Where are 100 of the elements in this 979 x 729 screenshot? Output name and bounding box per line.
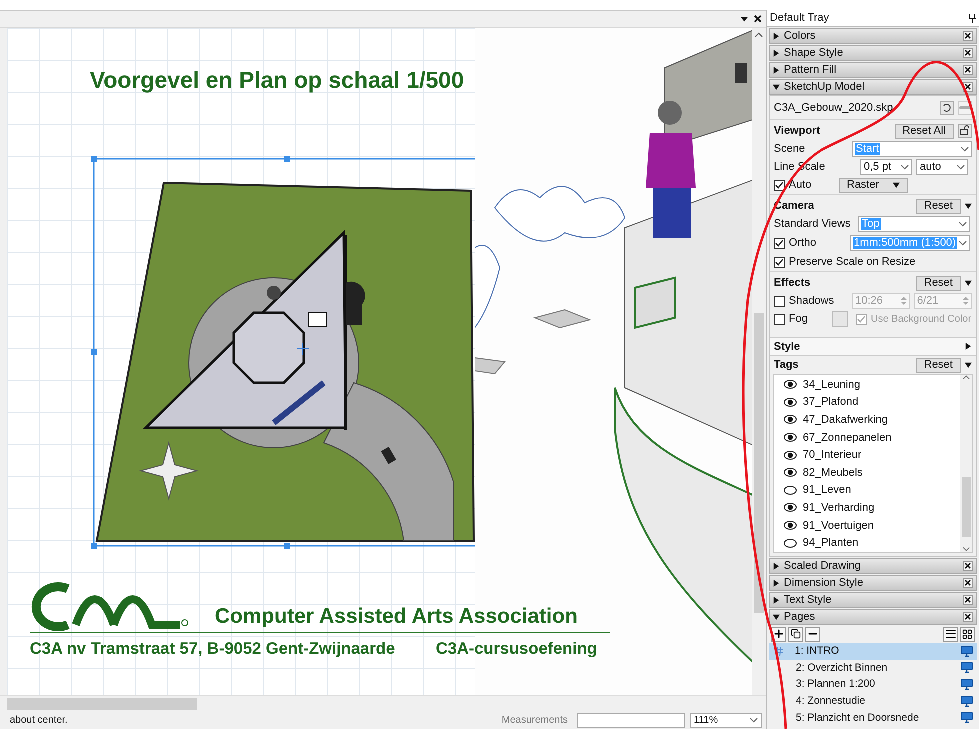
ortho-checkbox[interactable] — [774, 238, 785, 248]
copy-icon — [790, 629, 800, 639]
eye-icon[interactable] — [784, 415, 797, 424]
scroll-up-icon[interactable] — [962, 375, 970, 380]
scroll-up-icon[interactable] — [755, 32, 763, 38]
hash-icon — [775, 646, 783, 656]
page-heading: Voorgevel en Plan op schaal 1/500 — [90, 67, 464, 94]
line-scale-dropdown[interactable]: 0,5 pt — [860, 159, 912, 175]
model-file-name: C3A_Gebouw_2020.skp — [774, 102, 894, 114]
checkbox-label: Auto — [789, 179, 813, 191]
eye-off-icon[interactable] — [784, 486, 797, 495]
fog-checkbox[interactable] — [774, 314, 785, 324]
panel-header[interactable]: Scaled Drawing — [769, 558, 977, 574]
eye-icon[interactable] — [784, 380, 797, 390]
eye-icon[interactable] — [784, 503, 797, 512]
page-item[interactable]: 5: Planzicht en Doorsnede — [769, 709, 977, 726]
close-icon[interactable] — [963, 612, 973, 622]
pin-icon[interactable] — [969, 14, 976, 22]
line-scale-mode-dropdown[interactable]: auto — [916, 159, 968, 175]
close-icon[interactable] — [963, 595, 973, 605]
zoom-dropdown[interactable]: 111% — [690, 713, 762, 728]
dropdown-arrow-icon — [893, 182, 900, 188]
collapse-arrow-icon — [773, 614, 780, 620]
expand-arrow-icon — [773, 32, 780, 40]
dropdown-arrow-icon[interactable] — [741, 16, 748, 22]
chevron-down-icon — [957, 164, 965, 170]
checkbox-label: Shadows — [789, 295, 836, 307]
plus-icon — [772, 628, 784, 640]
refresh-icon[interactable] — [940, 100, 954, 114]
panel-header[interactable]: Colors — [769, 28, 977, 44]
chevron-down-icon — [959, 222, 967, 226]
tag-name[interactable]: 37_Plafond — [803, 396, 859, 408]
eye-icon[interactable] — [784, 398, 797, 407]
reset-all-button[interactable]: Reset All — [894, 124, 954, 138]
unlock-icon[interactable] — [958, 124, 972, 138]
close-icon[interactable] — [963, 561, 973, 571]
checkbox-label: Preserve Scale on Resize — [789, 256, 916, 268]
close-icon[interactable] — [963, 65, 973, 75]
tag-name[interactable]: 91_Leven — [803, 484, 852, 496]
list-icon — [944, 628, 956, 640]
panel-header[interactable]: Pattern Fill — [769, 62, 977, 78]
close-icon[interactable] — [963, 31, 973, 41]
close-icon[interactable] — [963, 48, 973, 58]
status-message: about center. — [10, 715, 69, 726]
eye-icon[interactable] — [784, 521, 797, 530]
grid-icon — [962, 628, 973, 640]
delete-page-button[interactable] — [805, 626, 820, 642]
scroll-down-icon[interactable] — [962, 547, 970, 552]
logo-icon — [30, 581, 190, 631]
measurements-field[interactable] — [577, 713, 685, 728]
scrollbar-thumb[interactable] — [754, 313, 764, 613]
tag-name[interactable]: 94_Planten — [803, 537, 859, 550]
expand-arrow-icon — [773, 596, 780, 604]
tag-name[interactable]: 70_Interieur — [803, 449, 862, 462]
eye-icon[interactable] — [784, 433, 797, 442]
panel-header[interactable]: SketchUp Model — [769, 79, 977, 95]
page-item[interactable]: 4: Zonnestudie — [769, 692, 977, 710]
expand-arrow-icon — [773, 580, 780, 586]
expand-arrow-icon — [773, 50, 780, 56]
monitor-icon — [961, 696, 973, 707]
preserve-scale-checkbox[interactable] — [774, 256, 785, 268]
close-icon[interactable] — [963, 578, 973, 588]
tag-name[interactable]: 91_Verharding — [803, 502, 875, 514]
page-item[interactable]: 3: Plannen 1:200 — [769, 676, 977, 693]
spinner-arrows-icon — [963, 296, 970, 306]
page-item[interactable]: 1: INTRO — [769, 643, 977, 660]
auto-checkbox[interactable] — [774, 180, 785, 190]
tag-name[interactable]: 34_Leuning — [803, 378, 861, 391]
panel-header[interactable]: Dimension Style — [769, 575, 977, 591]
use-background-checkbox[interactable] — [856, 314, 867, 324]
tag-name[interactable]: 67_Zonnepanelen — [803, 432, 892, 444]
tag-name[interactable]: 47_Dakafwerking — [803, 414, 888, 426]
tag-name[interactable]: 82_Meubels — [803, 466, 863, 479]
scrollbar-thumb[interactable] — [962, 477, 970, 537]
close-icon[interactable] — [754, 15, 762, 23]
list-view-button[interactable] — [943, 626, 958, 642]
page-item[interactable]: 2: Overzicht Binnen — [769, 660, 977, 676]
scrollbar-thumb[interactable] — [7, 698, 197, 710]
panel-header[interactable]: Pages — [769, 609, 977, 625]
section-label: Style — [774, 340, 802, 352]
panel-header[interactable]: Shape Style — [769, 45, 977, 61]
eye-icon[interactable] — [784, 468, 797, 478]
reset-button[interactable]: Reset — [916, 276, 961, 290]
eye-icon[interactable] — [784, 450, 797, 460]
checkbox-label: Ortho — [789, 237, 818, 249]
tag-name[interactable]: 91_Voertuigen — [803, 520, 874, 532]
spinner-arrows-icon — [901, 296, 908, 306]
render-mode-dropdown[interactable]: Raster — [839, 178, 908, 192]
course-name: C3A-cursusoefening — [436, 640, 598, 659]
shadows-checkbox[interactable] — [774, 296, 785, 306]
expand-arrow-icon — [773, 66, 780, 74]
measurements-label: Measurements — [502, 715, 568, 726]
reset-button[interactable]: Reset — [916, 198, 961, 214]
eye-off-icon[interactable] — [784, 538, 797, 548]
duplicate-page-button[interactable] — [788, 626, 803, 642]
section-label: Effects — [774, 277, 812, 289]
panel-header[interactable]: Text Style — [769, 592, 977, 608]
grid-view-button[interactable] — [960, 626, 975, 642]
reset-button[interactable]: Reset — [916, 358, 961, 372]
fog-color-swatch[interactable] — [832, 311, 848, 327]
